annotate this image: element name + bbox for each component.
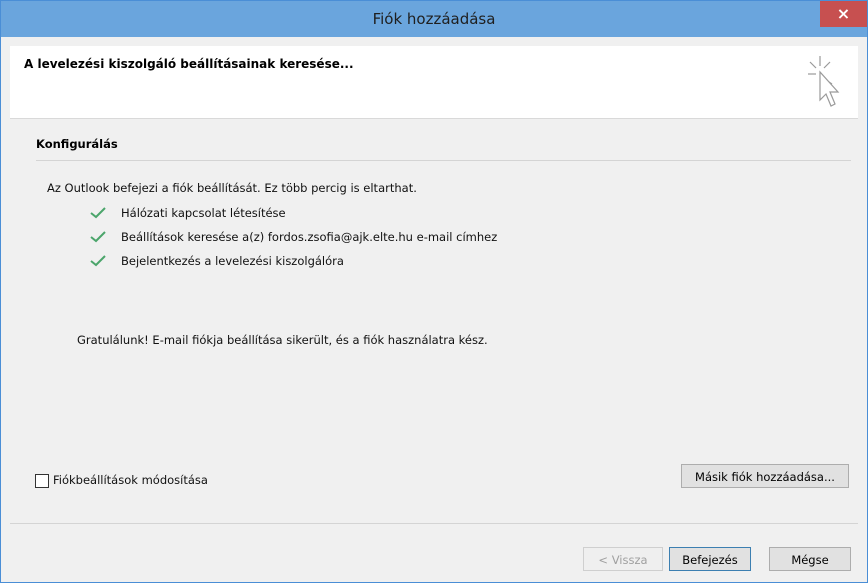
step-network: Hálózati kapcsolat létesítése [121, 206, 286, 220]
close-button[interactable]: × [820, 1, 867, 27]
section-title: Konfigurálás [36, 137, 118, 151]
header-title: A levelezési kiszolgáló beállításainak k… [24, 57, 354, 71]
finish-button[interactable]: Befejezés [669, 547, 751, 571]
window-title: Fiók hozzáadása [372, 10, 496, 28]
cancel-button[interactable]: Mégse [769, 547, 851, 571]
footer-divider [10, 523, 858, 524]
change-settings-checkbox[interactable] [35, 474, 49, 488]
header-banner: A levelezési kiszolgáló beállításainak k… [10, 46, 858, 119]
add-another-account-button[interactable]: Másik fiók hozzáadása... [681, 464, 849, 488]
title-bar: Fiók hozzáadása × [1, 1, 867, 37]
check-icon [90, 207, 106, 219]
step-login: Bejelentkezés a levelezési kiszolgálóra [121, 254, 344, 268]
intro-text: Az Outlook befejezi a fiók beállítását. … [47, 181, 417, 195]
step-search-settings: Beállítások keresése a(z) fordos.zsofia@… [121, 230, 498, 244]
add-account-dialog: Fiók hozzáadása × A levelezési kiszolgál… [0, 0, 868, 583]
searching-cursor-icon [808, 56, 840, 107]
section-divider [36, 160, 851, 161]
success-message: Gratulálunk! E-mail fiókja beállítása si… [77, 333, 488, 347]
back-button[interactable]: < Vissza [583, 547, 663, 571]
change-settings-label[interactable]: Fiókbeállítások módosítása [53, 473, 208, 487]
check-icon [90, 255, 106, 267]
check-icon [90, 231, 106, 243]
